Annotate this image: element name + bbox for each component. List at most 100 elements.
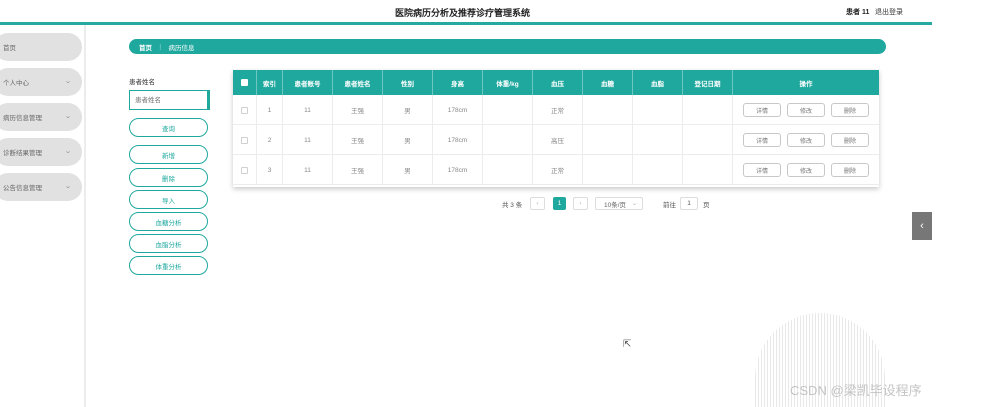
sidebar-item-notices[interactable]: 公告信息管理 ⌄ [0,173,82,201]
page-1-button[interactable]: 1 [553,197,566,210]
watermark: CSDN @梁凯毕设程序 [790,383,922,398]
next-page-button[interactable]: › [573,197,588,210]
pagination-total: 共 3 条 [502,202,523,209]
column-header: 血压 [533,70,583,95]
cell-blood-lipid [633,125,683,155]
column-header: 患者姓名 [333,70,383,95]
cell-index: 1 [257,95,283,125]
row-checkbox[interactable] [241,166,248,174]
column-header: 操作 [799,80,813,88]
search-button[interactable]: 查询 [129,118,208,137]
column-header: 血糖 [583,70,633,95]
cell-gender: 男 [383,125,433,155]
cell-blood-lipid [633,155,683,185]
cell-height: 178cm [433,125,483,155]
cell-actions: 详情 修改 删除 [733,155,879,185]
cell-name: 王强 [333,125,383,155]
patient-name-input[interactable] [129,90,210,110]
blood-lipid-analysis-button[interactable]: 血脂分析 [129,234,208,253]
row-delete-button[interactable]: 删除 [831,163,869,177]
row-delete-button[interactable]: 删除 [831,103,869,117]
cell-actions: 详情 修改 删除 [733,125,879,155]
cell-gender: 男 [383,155,433,185]
cell-account: 11 [283,95,333,125]
sidebar: 首页 个人中心 ⌄ 病历信息管理 ⌄ 诊断结果管理 ⌄ 公告信息管理 ⌄ [0,25,86,407]
row-checkbox[interactable] [241,136,248,144]
edit-button[interactable]: 修改 [787,133,825,147]
prev-page-button[interactable]: ‹ [530,197,545,210]
sidebar-item-records[interactable]: 病历信息管理 ⌄ [0,103,82,131]
detail-button[interactable]: 详情 [743,103,781,117]
select-all-checkbox[interactable] [241,79,248,86]
mouse-cursor-icon: ⇱ [623,339,632,350]
row-delete-button[interactable]: 删除 [831,133,869,147]
cell-index: 3 [257,155,283,185]
chevron-down-icon: ⌄ [64,78,72,85]
cell-blood-pressure: 高压 [533,125,583,155]
cell-date [683,125,733,155]
goto-page-unit: 页 [703,202,710,209]
sidebar-item-label: 公告信息管理 [3,185,42,192]
top-bar: 医院病历分析及推荐诊疗管理系统 患者 11 退出登录 [0,0,932,22]
breadcrumb-current: 病历信息 [168,44,195,52]
edit-button[interactable]: 修改 [787,103,825,117]
sidebar-item-personal-center[interactable]: 个人中心 ⌄ [0,68,82,96]
row-select-cell[interactable] [233,95,257,125]
cell-account: 11 [283,155,333,185]
table-row: 2 11 王强 男 178cm 高压 详情 修改 删除 [233,125,879,155]
page-size-value: 10条/页 [604,201,627,209]
chevron-down-icon: ⌄ [64,113,72,120]
panel-toggle-button[interactable]: ‹ [912,212,932,240]
filter-label: 患者姓名 [129,79,155,86]
breadcrumb-separator: ⋮ [157,43,164,51]
cell-name: 王强 [333,95,383,125]
column-header: 患者账号 [283,70,333,95]
goto-page-input[interactable]: 1 [680,197,698,210]
row-checkbox[interactable] [241,106,248,114]
table-row: 3 11 王强 男 178cm 正常 详情 修改 删除 [233,155,879,185]
cell-blood-sugar [583,155,633,185]
app-title: 医院病历分析及推荐诊疗管理系统 [395,8,531,18]
blood-sugar-analysis-button[interactable]: 血糖分析 [129,212,208,231]
cell-account: 11 [283,125,333,155]
header-select-all[interactable] [233,70,257,95]
column-header: 体重/kg [483,70,533,95]
column-header: 索引 [257,70,283,95]
cell-weight [483,155,533,185]
cell-index: 2 [257,125,283,155]
breadcrumb: 首页 ⋮ 病历信息 [129,39,886,54]
delete-button[interactable]: 删除 [129,168,208,187]
detail-button[interactable]: 详情 [743,163,781,177]
header-accent-line [0,22,932,25]
user-label: 患者 11 [846,9,870,16]
row-select-cell[interactable] [233,155,257,185]
cell-height: 178cm [433,95,483,125]
weight-analysis-button[interactable]: 体重分析 [129,256,208,275]
row-select-cell[interactable] [233,125,257,155]
logout-link[interactable]: 退出登录 [875,7,903,17]
cell-blood-sugar [583,125,633,155]
chevron-down-icon: ⌄ [64,148,72,155]
cell-weight [483,125,533,155]
cell-date [683,155,733,185]
detail-button[interactable]: 详情 [743,133,781,147]
cell-date [683,95,733,125]
sidebar-item-diagnosis[interactable]: 诊断结果管理 ⌄ [0,138,82,166]
cell-blood-lipid [633,95,683,125]
column-header: 身高 [433,70,483,95]
page-size-select[interactable]: 10条/页 ⌄ [595,197,643,210]
goto-label: 前往 [663,202,676,209]
import-button[interactable]: 导入 [129,190,208,209]
cell-blood-pressure: 正常 [533,155,583,185]
cell-blood-sugar [583,95,633,125]
chevron-down-icon: ⌄ [631,201,637,207]
records-table: 索引 患者账号 患者姓名 性别 身高 体重/kg 血压 血糖 血脂 登记日期 操… [233,70,879,187]
add-button[interactable]: 新增 [129,145,208,164]
table-row: 1 11 王强 男 178cm 正常 详情 修改 删除 [233,95,879,125]
edit-button[interactable]: 修改 [787,163,825,177]
column-header: 性别 [383,70,433,95]
breadcrumb-home[interactable]: 首页 [139,42,152,52]
sidebar-item-home[interactable]: 首页 [0,33,82,61]
chevron-right-icon: › [579,200,582,207]
column-header: 血脂 [633,70,683,95]
